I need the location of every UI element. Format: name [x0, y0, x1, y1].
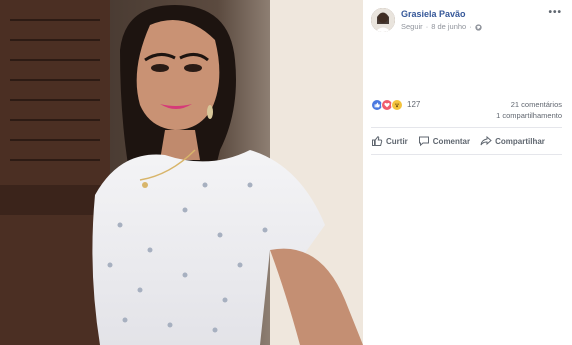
post-meta: Seguir · 8 de junho ·	[401, 22, 551, 32]
post-photo[interactable]	[0, 0, 363, 345]
post-details-panel: Grasiela Pavão Seguir · 8 de junho · •••	[363, 0, 572, 345]
like-label: Curtir	[386, 136, 408, 146]
like-button[interactable]: Curtir	[371, 135, 408, 147]
share-label: Compartilhar	[495, 136, 545, 146]
meta-separator: ·	[425, 22, 429, 31]
post-date[interactable]: 8 de junho	[431, 22, 466, 32]
comment-button[interactable]: Comentar	[418, 135, 470, 147]
post-header: Grasiela Pavão Seguir · 8 de junho ·	[371, 8, 551, 32]
post-stats: 127 21 comentários 1 compartilhamento	[371, 99, 562, 123]
reaction-count: 127	[407, 100, 421, 109]
engagement-counts: 21 comentários 1 compartilhamento	[496, 99, 562, 121]
more-options-button[interactable]: •••	[548, 8, 562, 18]
post-header-text: Grasiela Pavão Seguir · 8 de junho ·	[401, 8, 551, 32]
follow-link[interactable]: Seguir	[401, 22, 423, 32]
comment-label: Comentar	[432, 136, 471, 146]
shares-count[interactable]: 1 compartilhamento	[496, 110, 562, 121]
thumbs-up-icon	[372, 136, 383, 146]
avatar-image	[371, 8, 395, 32]
photo-viewer: Grasiela Pavão Seguir · 8 de junho · •••	[0, 0, 572, 345]
author-avatar[interactable]	[371, 8, 395, 32]
wow-icon	[391, 99, 403, 111]
meta-separator-2: ·	[469, 22, 472, 31]
stats-divider	[371, 127, 562, 128]
share-icon	[480, 135, 492, 146]
comment-icon	[418, 136, 429, 147]
reactions-summary[interactable]: 127	[371, 99, 420, 111]
author-name[interactable]: Grasiela Pavão	[401, 9, 551, 20]
photo-image	[0, 0, 363, 345]
post-actions: Curtir Comentar Compartilhar	[371, 132, 562, 150]
comments-count[interactable]: 21 comentários	[496, 99, 562, 110]
globe-icon	[475, 23, 482, 31]
share-button[interactable]: Compartilhar	[480, 135, 545, 147]
actions-divider	[371, 154, 562, 155]
